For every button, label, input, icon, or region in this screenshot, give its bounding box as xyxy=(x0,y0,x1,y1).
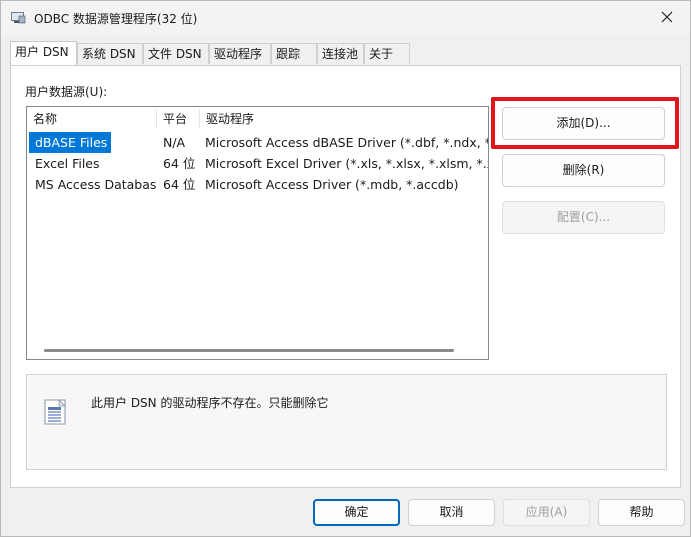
tab-label: 驱动程序 xyxy=(214,47,263,61)
tab-tracing[interactable]: 跟踪 xyxy=(271,43,317,64)
tab-file-dsn[interactable]: 文件 DSN xyxy=(143,43,209,64)
tab-user-dsn[interactable]: 用户 DSN xyxy=(10,41,77,65)
column-label: 驱动程序 xyxy=(206,112,255,126)
list-header: 名称 平台 驱动程序 xyxy=(27,107,488,131)
help-button[interactable]: 帮助 xyxy=(598,499,685,526)
tab-about[interactable]: 关于 xyxy=(364,43,410,64)
tab-label: 文件 DSN xyxy=(148,47,202,61)
column-header-platform[interactable]: 平台 xyxy=(157,107,199,131)
title-bar[interactable]: ODBC 数据源管理程序(32 位) xyxy=(1,1,690,34)
column-label: 名称 xyxy=(33,112,58,126)
row-driver-cell: Microsoft Access Driver (*.mdb, *.accdb) xyxy=(205,177,459,192)
table-row[interactable]: MS Access Database 64 位 Microsoft Access… xyxy=(27,174,488,195)
row-name-cell: Excel Files xyxy=(35,156,100,171)
row-name-cell: MS Access Database xyxy=(35,177,157,192)
data-source-icon xyxy=(44,399,66,425)
horizontal-scrollbar[interactable] xyxy=(28,344,488,356)
row-platform-cell: 64 位 xyxy=(163,177,196,192)
column-header-name[interactable]: 名称 xyxy=(27,107,156,131)
tab-label: 系统 DSN xyxy=(82,47,136,61)
table-row[interactable]: dBASE Files N/A Microsoft Access dBASE D… xyxy=(27,132,488,153)
row-platform-cell: 64 位 xyxy=(163,156,196,171)
row-name-cell: dBASE Files xyxy=(29,132,112,153)
window-title: ODBC 数据源管理程序(32 位) xyxy=(34,12,198,26)
cancel-button[interactable]: 取消 xyxy=(408,499,495,526)
remove-button[interactable]: 删除(R) xyxy=(502,154,665,187)
column-header-driver[interactable]: 驱动程序 xyxy=(200,107,488,131)
ok-button[interactable]: 确定 xyxy=(313,499,400,526)
user-dsn-panel: 用户数据源(U): 名称 平台 驱动程序 dBASE Files N/A Mic… xyxy=(10,65,681,488)
info-message: 此用户 DSN 的驱动程序不存在。只能删除它 xyxy=(91,396,329,410)
tab-label: 关于 xyxy=(369,47,394,61)
close-icon xyxy=(661,11,673,23)
odbc-dialog-window: ODBC 数据源管理程序(32 位) 用户 DSN 系统 DSN 文件 DSN … xyxy=(0,0,691,537)
odbc-app-icon xyxy=(11,12,26,24)
user-data-sources-label: 用户数据源(U): xyxy=(25,85,108,99)
tab-label: 用户 DSN xyxy=(15,45,69,59)
tab-label: 跟踪 xyxy=(276,47,301,61)
configure-button[interactable]: 配置(C)... xyxy=(502,201,665,234)
row-driver-cell: Microsoft Excel Driver (*.xls, *.xlsx, *… xyxy=(205,156,489,171)
info-box: 此用户 DSN 的驱动程序不存在。只能删除它 xyxy=(26,374,667,470)
row-driver-cell: Microsoft Access dBASE Driver (*.dbf, *.… xyxy=(205,135,488,150)
table-row[interactable]: Excel Files 64 位 Microsoft Excel Driver … xyxy=(27,153,488,174)
add-button[interactable]: 添加(D)... xyxy=(502,107,665,140)
tab-label: 连接池 xyxy=(322,47,359,61)
tab-system-dsn[interactable]: 系统 DSN xyxy=(77,43,143,64)
tab-connection-pooling[interactable]: 连接池 xyxy=(317,43,364,64)
column-label: 平台 xyxy=(163,112,188,126)
user-dsn-list[interactable]: 名称 平台 驱动程序 dBASE Files N/A Microsoft Acc… xyxy=(26,106,489,360)
row-platform-cell: N/A xyxy=(163,135,186,150)
tab-drivers[interactable]: 驱动程序 xyxy=(209,43,271,64)
close-button[interactable] xyxy=(644,1,690,33)
apply-button[interactable]: 应用(A) xyxy=(503,499,590,526)
scrollbar-thumb[interactable] xyxy=(44,349,454,352)
